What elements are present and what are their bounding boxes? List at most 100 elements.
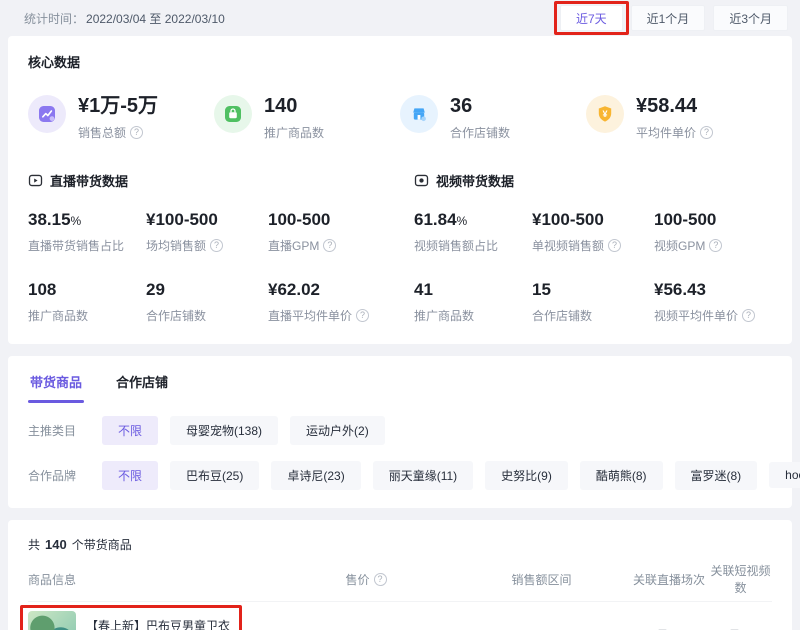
submetric-label: 视频销售额占比 bbox=[414, 237, 532, 254]
label-text: 推广商品数 bbox=[414, 307, 474, 324]
chip-brand-hoo[interactable]: hoo(6) bbox=[769, 462, 800, 488]
column-header-product-info: 商品信息 bbox=[28, 571, 278, 588]
submetric-label: 单视频销售额 bbox=[532, 237, 654, 254]
stat-time-label: 统计时间： bbox=[24, 12, 84, 26]
chip-brand-litianyongyuan[interactable]: 丽天童缘(11) bbox=[373, 461, 473, 490]
tab-products[interactable]: 带货商品 bbox=[28, 360, 84, 403]
tab-shops[interactable]: 合作店铺 bbox=[114, 360, 170, 403]
chip-brand-kumengxiong[interactable]: 酷萌熊(8) bbox=[580, 461, 663, 490]
product-image[interactable] bbox=[28, 611, 76, 630]
help-icon[interactable] bbox=[742, 309, 755, 322]
tabs: 带货商品 合作店铺 bbox=[28, 360, 772, 403]
submetric: 100-500 直播GPM bbox=[268, 210, 386, 254]
column-header-live-sessions: 关联直播场次 bbox=[629, 571, 709, 588]
value-number: 38.15 bbox=[28, 210, 71, 229]
range-button-7d-label: 近7天 bbox=[576, 12, 607, 26]
column-header-price: 售价 bbox=[278, 571, 454, 588]
label-text: 合作店铺数 bbox=[146, 307, 206, 324]
label-text: 直播GPM bbox=[268, 237, 319, 254]
submetric-label: 合作店铺数 bbox=[146, 307, 268, 324]
column-header-sales-range: 销售额区间 bbox=[454, 571, 629, 588]
label-text: 场均销售额 bbox=[146, 237, 206, 254]
chip-category-all[interactable]: 不限 bbox=[102, 416, 158, 445]
submetric: ¥56.43 视频平均件单价 bbox=[654, 280, 772, 324]
filter-row-category: 主推类目 不限 母婴宠物(138) 运动户外(2) bbox=[28, 416, 772, 445]
live-section-header: 直播带货数据 bbox=[28, 171, 386, 190]
submetric-value: 100-500 bbox=[654, 210, 772, 230]
value-unit: % bbox=[457, 214, 468, 228]
chip-category-baby-pets[interactable]: 母婴宠物(138) bbox=[170, 416, 278, 445]
live-video-split: 直播带货数据 38.15% 直播带货销售占比 ¥100-500 场均销售额 10… bbox=[28, 171, 772, 328]
help-icon[interactable] bbox=[709, 239, 722, 252]
submetric: ¥100-500 场均销售额 bbox=[146, 210, 268, 254]
help-icon[interactable] bbox=[700, 126, 713, 139]
submetric-value: 15 bbox=[532, 280, 654, 300]
metric-label: 合作店铺数 bbox=[450, 124, 510, 141]
metric-label-text: 销售总额 bbox=[78, 124, 126, 141]
metric-value: 36 bbox=[450, 95, 510, 117]
core-metrics-row: ¥1万-5万 销售总额 140 推广商品数 bbox=[28, 95, 772, 141]
chip-brand-fuluomi[interactable]: 富罗迷(8) bbox=[675, 461, 758, 490]
range-button-1m[interactable]: 近1个月 bbox=[631, 5, 706, 31]
submetric-label: 直播带货销售占比 bbox=[28, 237, 146, 254]
filters-card: 带货商品 合作店铺 主推类目 不限 母婴宠物(138) 运动户外(2) 合作品牌… bbox=[8, 356, 792, 508]
help-icon[interactable] bbox=[608, 239, 621, 252]
video-metrics-row-2: 41 推广商品数 15 合作店铺数 ¥56.43 视频平均件单价 bbox=[414, 280, 772, 324]
filter-label: 合作品牌 bbox=[28, 467, 90, 484]
live-metrics-row-1: 38.15% 直播带货销售占比 ¥100-500 场均销售额 100-500 直… bbox=[28, 210, 386, 254]
chip-brand-all[interactable]: 不限 bbox=[102, 461, 158, 490]
submetric-label: 视频平均件单价 bbox=[654, 307, 772, 324]
video-section-header: 视频带货数据 bbox=[414, 171, 772, 190]
submetric-value: 108 bbox=[28, 280, 146, 300]
metric-label-text: 合作店铺数 bbox=[450, 124, 510, 141]
submetric: 15 合作店铺数 bbox=[532, 280, 654, 324]
metric-label: 推广商品数 bbox=[264, 124, 324, 141]
chip-brand-zhuoshini[interactable]: 卓诗尼(23) bbox=[271, 461, 360, 490]
help-icon[interactable] bbox=[374, 573, 387, 586]
products-table-card: 共 140 个带货商品 商品信息 售价 销售额区间 关联直播场次 关联短视频数 … bbox=[8, 520, 792, 630]
submetric-value: ¥100-500 bbox=[532, 210, 654, 230]
help-icon[interactable] bbox=[323, 239, 336, 252]
help-icon[interactable] bbox=[356, 309, 369, 322]
help-icon[interactable] bbox=[210, 239, 223, 252]
value-number: 61.84 bbox=[414, 210, 457, 229]
label-text: 视频销售额占比 bbox=[414, 237, 498, 254]
time-range-group: 近7天 近1个月 近3个月 bbox=[560, 5, 788, 31]
help-icon[interactable] bbox=[130, 126, 143, 139]
metric-text: 36 合作店铺数 bbox=[450, 95, 510, 141]
metric-avg-unit-price: ¥ ¥58.44 平均件单价 bbox=[586, 95, 772, 141]
label-text: 单视频销售额 bbox=[532, 237, 604, 254]
metric-partner-shops: 36 合作店铺数 bbox=[400, 95, 586, 141]
submetric-label: 推广商品数 bbox=[414, 307, 532, 324]
range-button-7d[interactable]: 近7天 bbox=[560, 5, 623, 31]
submetric-value: 41 bbox=[414, 280, 532, 300]
live-data-section: 直播带货数据 38.15% 直播带货销售占比 ¥100-500 场均销售额 10… bbox=[28, 171, 386, 328]
video-data-section: 视频带货数据 61.84% 视频销售额占比 ¥100-500 单视频销售额 10… bbox=[414, 171, 772, 328]
column-header-short-videos: 关联短视频数 bbox=[709, 562, 772, 596]
product-title[interactable]: 【春上新】巴布豆男童卫衣 春秋款运动宽松炸街儿童上... bbox=[86, 617, 240, 630]
chip-brand-snoopy[interactable]: 史努比(9) bbox=[485, 461, 568, 490]
range-button-3m[interactable]: 近3个月 bbox=[713, 5, 788, 31]
metric-label-text: 推广商品数 bbox=[264, 124, 324, 141]
chip-category-sports-outdoor[interactable]: 运动户外(2) bbox=[290, 416, 385, 445]
video-section-title: 视频带货数据 bbox=[436, 171, 514, 190]
metric-value: 140 bbox=[264, 95, 324, 117]
submetric: 38.15% 直播带货销售占比 bbox=[28, 210, 146, 254]
metric-label: 销售总额 bbox=[78, 124, 158, 141]
range-button-1m-label: 近1个月 bbox=[647, 12, 690, 26]
value-unit: % bbox=[71, 214, 82, 228]
metric-text: ¥58.44 平均件单价 bbox=[636, 95, 713, 141]
label-text: 合作店铺数 bbox=[532, 307, 592, 324]
chip-brand-babudou[interactable]: 巴布豆(25) bbox=[170, 461, 259, 490]
label-text: 直播带货销售占比 bbox=[28, 237, 124, 254]
submetric-value: 38.15% bbox=[28, 210, 146, 230]
product-info-cell[interactable]: 【春上新】巴布豆男童卫衣 春秋款运动宽松炸街儿童上... bbox=[28, 611, 278, 630]
submetric-value: ¥62.02 bbox=[268, 280, 386, 300]
product-title-line1: 【春上新】巴布豆男童卫衣 bbox=[86, 617, 240, 630]
topbar: 统计时间：2022/03/04 至 2022/03/10 近7天 近1个月 近3… bbox=[0, 0, 800, 36]
submetric: 100-500 视频GPM bbox=[654, 210, 772, 254]
overview-card: 核心数据 ¥1万-5万 销售总额 140 bbox=[8, 36, 792, 344]
label-text: 视频GPM bbox=[654, 237, 705, 254]
metric-value: ¥1万-5万 bbox=[78, 95, 158, 117]
table-row[interactable]: 【春上新】巴布豆男童卫衣 春秋款运动宽松炸街儿童上... ¥49.90 ¥1,0… bbox=[28, 601, 772, 630]
